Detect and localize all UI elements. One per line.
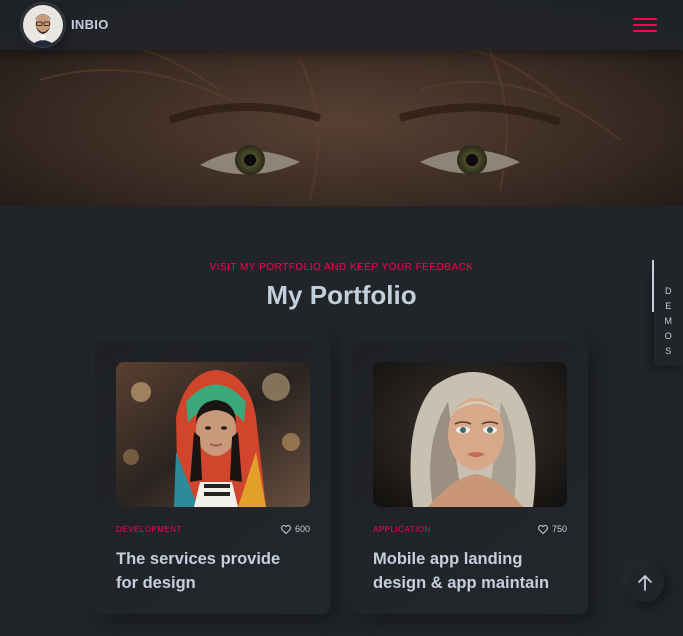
back-to-top-button[interactable] <box>626 564 664 602</box>
logo-avatar[interactable] <box>21 3 65 47</box>
hamburger-icon-line <box>633 30 657 32</box>
heart-icon <box>537 524 548 534</box>
portfolio-card-image[interactable] <box>116 362 310 507</box>
portfolio-card-title[interactable]: Mobile app landing design & app maintain <box>373 547 573 595</box>
portfolio-card[interactable]: APPLICATION 750 Mobile app landing desig… <box>352 341 588 614</box>
portfolio-card-category: APPLICATION <box>373 525 431 534</box>
portfolio-card-title-line: Mobile app landing <box>373 550 523 568</box>
hamburger-menu-button[interactable] <box>633 18 657 34</box>
hamburger-icon-line <box>633 24 657 26</box>
avatar-portrait-icon <box>23 5 63 47</box>
portfolio-card-title[interactable]: The services provide for design <box>116 547 316 595</box>
likes-count: 600 <box>294 524 310 534</box>
demos-letter: M <box>664 316 673 326</box>
portfolio-card[interactable]: DEVELOPMENT 600 The services provide for… <box>95 341 331 614</box>
portfolio-card-category: DEVELOPMENT <box>116 525 182 534</box>
hamburger-icon-line <box>633 18 657 20</box>
demos-side-tab[interactable]: D E M O S <box>652 260 683 366</box>
section-title: My Portfolio <box>266 280 417 310</box>
portfolio-card-likes[interactable]: 750 <box>537 524 567 534</box>
demos-letter: D <box>665 286 672 296</box>
demos-letter: S <box>665 346 672 356</box>
blonde-woman-photo <box>373 362 567 507</box>
portfolio-card-title-line: The services provide <box>116 550 281 568</box>
logo-text[interactable]: INBIO <box>71 17 109 32</box>
portfolio-card-image[interactable] <box>373 362 567 507</box>
portfolio-card-title-line: design & app maintain <box>373 574 550 592</box>
header: INBIO <box>0 0 683 50</box>
portfolio-card-title-line: for design <box>116 574 196 592</box>
section-subtitle: VISIT MY PORTFOLIO AND KEEP YOUR FEEDBAC… <box>209 262 474 273</box>
portfolio-card-likes[interactable]: 600 <box>280 524 310 534</box>
demos-label: D E M O S <box>654 284 683 359</box>
demos-letter: O <box>664 331 673 341</box>
demos-letter: E <box>665 301 672 311</box>
hooded-woman-photo <box>116 362 310 507</box>
arrow-up-icon <box>638 575 652 591</box>
likes-count: 750 <box>551 524 567 534</box>
heart-icon <box>280 524 291 534</box>
